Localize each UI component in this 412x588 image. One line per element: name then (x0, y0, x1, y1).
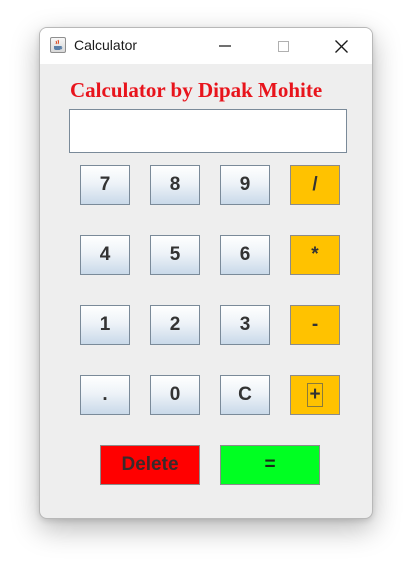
key-label: 9 (239, 174, 251, 195)
key-label: / (312, 174, 318, 195)
delete-label: Delete (121, 454, 179, 475)
key-5[interactable]: 5 (150, 235, 200, 275)
close-button[interactable] (318, 28, 364, 64)
key-4[interactable]: 4 (80, 235, 130, 275)
key-8[interactable]: 8 (150, 165, 200, 205)
key-label: . (102, 384, 108, 405)
key-label: 4 (99, 244, 111, 265)
key-9[interactable]: 9 (220, 165, 270, 205)
key-label: 3 (239, 314, 251, 335)
key-add[interactable]: + (290, 375, 340, 415)
key-decimal[interactable]: . (80, 375, 130, 415)
key-3[interactable]: 3 (220, 305, 270, 345)
key-label: 6 (239, 244, 251, 265)
key-1[interactable]: 1 (80, 305, 130, 345)
key-label: 7 (99, 174, 111, 195)
key-label: 1 (99, 314, 111, 335)
display-field[interactable] (69, 109, 347, 153)
equals-button[interactable]: = (220, 445, 320, 485)
key-0[interactable]: 0 (150, 375, 200, 415)
minimize-button[interactable] (202, 28, 248, 64)
equals-label: = (264, 454, 276, 475)
maximize-button[interactable] (260, 28, 306, 64)
delete-button[interactable]: Delete (100, 445, 200, 485)
key-multiply[interactable]: * (290, 235, 340, 275)
key-divide[interactable]: / (290, 165, 340, 205)
calculator-window: Calculator Calculator by Dipak Mohite 7 … (39, 27, 373, 519)
key-label: 8 (169, 174, 181, 195)
key-label: * (311, 244, 319, 265)
window-title: Calculator (74, 37, 138, 53)
maximize-icon (277, 40, 289, 52)
key-7[interactable]: 7 (80, 165, 130, 205)
title-bar[interactable]: Calculator (40, 28, 372, 64)
key-label: - (311, 314, 319, 335)
close-icon (334, 39, 348, 53)
key-subtract[interactable]: - (290, 305, 340, 345)
java-cup-icon (50, 37, 66, 53)
key-6[interactable]: 6 (220, 235, 270, 275)
key-label: C (238, 384, 252, 405)
key-label: 5 (169, 244, 181, 265)
key-label: 2 (169, 314, 181, 335)
key-clear[interactable]: C (220, 375, 270, 415)
key-label: + (307, 383, 323, 407)
key-label: 0 (169, 384, 181, 405)
key-2[interactable]: 2 (150, 305, 200, 345)
app-heading: Calculator by Dipak Mohite (70, 78, 323, 102)
minimize-icon (219, 45, 231, 47)
